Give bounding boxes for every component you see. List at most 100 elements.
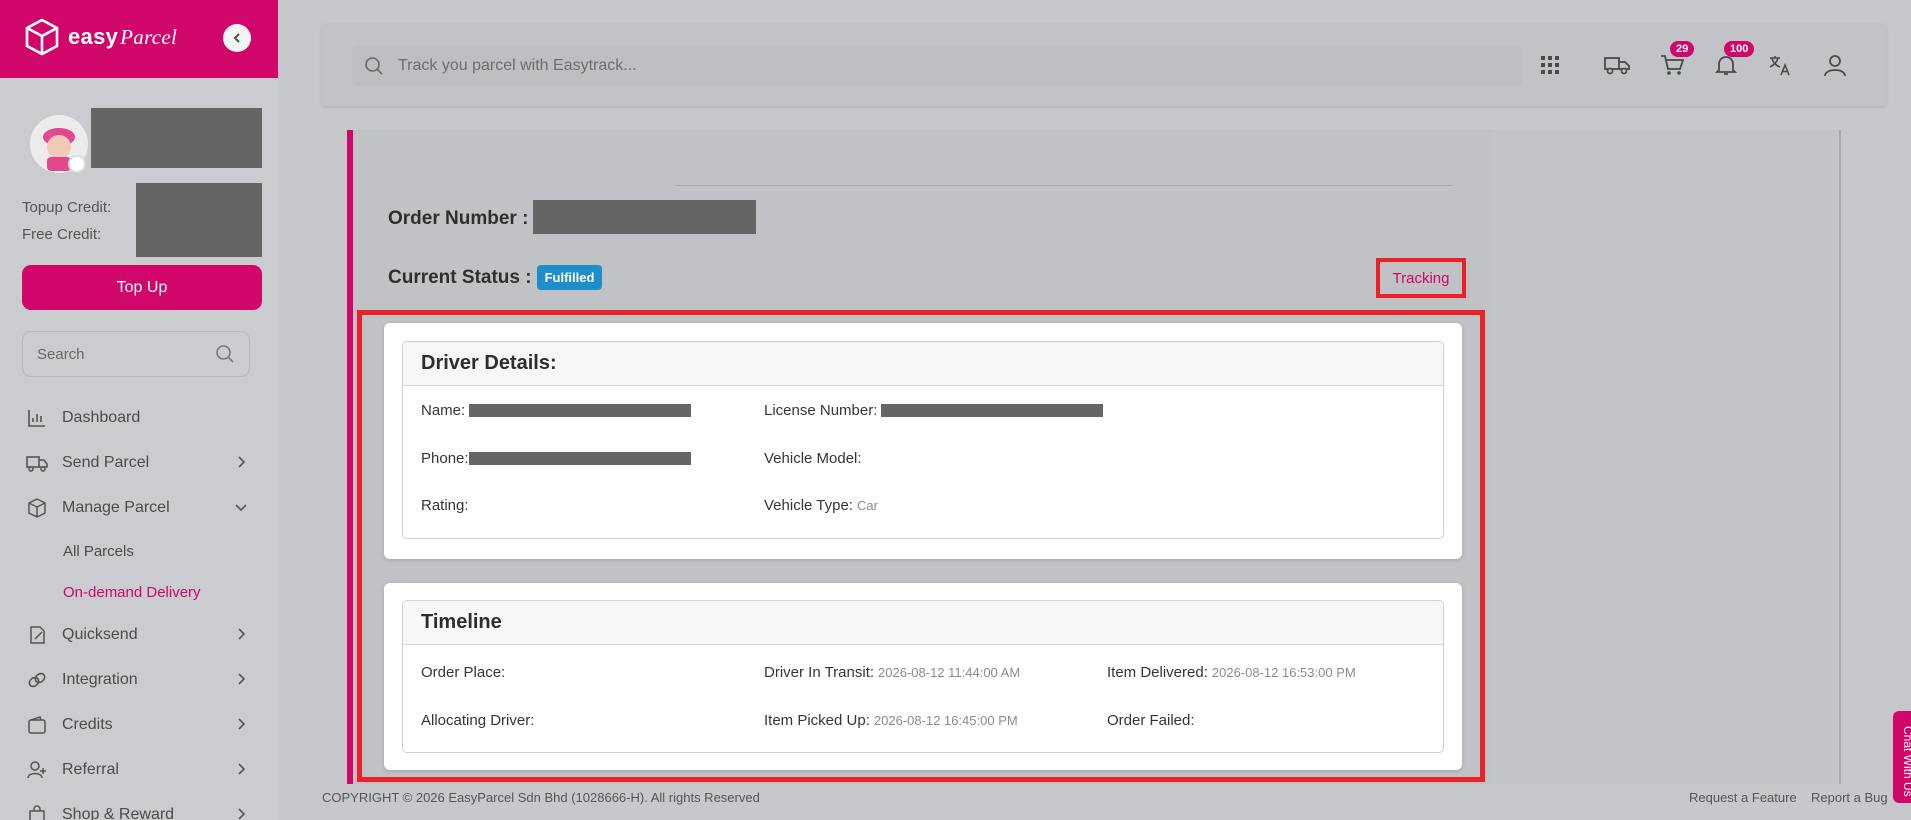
tracking-highlight: Tracking [1376, 258, 1466, 298]
chevron-right-icon [238, 718, 246, 730]
box-logo-icon [25, 18, 59, 56]
chevron-right-icon [238, 673, 246, 685]
item-delivered-label: Item Delivered: [1107, 664, 1208, 681]
nav-label: Dashboard [62, 409, 141, 426]
chevron-down-icon [235, 504, 247, 512]
item-delivered-time: 2026-08-12 16:53:00 PM [1211, 665, 1356, 680]
nav-label: Shop & Reward [62, 806, 175, 820]
nav-send-parcel[interactable]: Send Parcel [26, 448, 256, 478]
item-picked-up-label: Item Picked Up: [764, 712, 870, 729]
truck-icon [1604, 57, 1630, 75]
driver-rating-field: Rating: [421, 497, 469, 514]
link-icon [26, 669, 48, 691]
country-flag-icon [68, 155, 86, 173]
redacted-order-number [533, 200, 756, 234]
nav-label: Credits [62, 716, 113, 733]
sub-nav-on-demand-delivery[interactable]: On-demand Delivery [63, 584, 201, 601]
nav-manage-parcel[interactable]: Manage Parcel [26, 493, 256, 523]
copyright-text: COPYRIGHT © 2026 EasyParcel Sdn Bhd (102… [322, 790, 760, 805]
brand-logo[interactable]: easyParcel [24, 18, 177, 56]
sidebar-header: easyParcel [0, 0, 278, 78]
profile-button[interactable] [1819, 49, 1851, 81]
driver-details-title: Driver Details: [403, 342, 1443, 386]
sidebar-search-placeholder: Search [37, 345, 85, 363]
nav-referral[interactable]: Referral [26, 755, 256, 785]
vehicle-type-value: Car [856, 498, 878, 513]
sidebar-search-input[interactable]: Search [22, 331, 250, 377]
nav-label: Integration [62, 671, 138, 688]
redacted-credit-values [136, 183, 262, 257]
item-picked-up-field: Item Picked Up: 2026-08-12 16:45:00 PM [764, 712, 1018, 729]
chevron-left-icon [233, 33, 240, 43]
order-failed-label: Order Failed: [1107, 712, 1195, 729]
easytrack-search-input[interactable]: Track you parcel with Easytrack... [352, 46, 1522, 86]
translate-icon [1769, 56, 1790, 76]
driver-details-card: Driver Details: Name: Phone: Rating: Lic… [384, 323, 1462, 559]
current-status-label: Current Status : [388, 266, 532, 288]
timeline-title: Timeline [403, 601, 1443, 645]
item-picked-up-time: 2026-08-12 16:45:00 PM [873, 713, 1018, 728]
cart-button[interactable]: 29 [1656, 41, 1695, 81]
nav-quicksend[interactable]: Quicksend [26, 620, 256, 650]
apps-grid-button[interactable] [1534, 49, 1566, 81]
driver-phone-label: Phone: [421, 450, 469, 467]
vehicle-model-label: Vehicle Model: [764, 450, 862, 467]
vehicle-type-field: Vehicle Type: Car [764, 497, 878, 514]
bag-icon [26, 804, 48, 820]
truck-icon [26, 452, 48, 474]
chevron-right-icon [238, 628, 246, 640]
nav-integration[interactable]: Integration [26, 665, 256, 695]
sidebar: easyParcel Topup Credit: Free Credit: To… [0, 0, 278, 820]
redacted-license-number [881, 404, 1104, 417]
notifications-button[interactable]: 100 [1710, 41, 1755, 81]
chart-icon [26, 407, 48, 429]
nav-shop-reward[interactable]: Shop & Reward [26, 800, 256, 820]
chevron-right-icon [238, 763, 246, 775]
cart-count-badge: 29 [1670, 41, 1695, 57]
nav-label: Referral [62, 761, 119, 778]
redacted-driver-name [469, 404, 692, 417]
nav-label: Manage Parcel [62, 499, 170, 516]
search-icon [365, 57, 383, 75]
order-place-label: Order Place: [421, 664, 506, 681]
order-failed-field: Order Failed: [1107, 712, 1195, 729]
item-delivered-field: Item Delivered: 2026-08-12 16:53:00 PM [1107, 664, 1356, 681]
topbar: Track you parcel with Easytrack... 29 10… [322, 24, 1886, 106]
free-credit-label: Free Credit: [22, 226, 102, 243]
driver-name-label: Name: [421, 402, 466, 419]
nav-label: Quicksend [62, 626, 138, 643]
sub-nav-all-parcels[interactable]: All Parcels [63, 543, 134, 560]
vehicle-type-label: Vehicle Type: [764, 497, 853, 514]
delivery-button[interactable] [1601, 49, 1633, 81]
collapse-sidebar-button[interactable] [223, 24, 251, 52]
nav-dashboard[interactable]: Dashboard [26, 403, 256, 433]
notification-count-badge: 100 [1724, 41, 1755, 57]
report-bug-link[interactable]: Report a Bug [1811, 790, 1888, 805]
topup-credit-label: Topup Credit: [22, 199, 112, 216]
driver-in-transit-field: Driver In Transit: 2026-08-12 11:44:00 A… [764, 664, 1020, 681]
tracking-link[interactable]: Tracking [1393, 270, 1450, 287]
wallet-icon [26, 714, 48, 736]
order-place-field: Order Place: [421, 664, 505, 681]
chevron-right-icon [238, 456, 246, 468]
driver-in-transit-time: 2026-08-12 11:44:00 AM [878, 665, 1021, 680]
allocating-driver-label: Allocating Driver: [421, 712, 535, 729]
driver-phone-field: Phone: [421, 450, 691, 467]
nav-label: Send Parcel [62, 454, 150, 471]
redacted-username [91, 108, 262, 168]
license-number-label: License Number: [764, 402, 878, 419]
nav-credits[interactable]: Credits [26, 710, 256, 740]
license-number-field: License Number: [764, 402, 1104, 419]
timeline-card: Timeline Order Place: Allocating Driver:… [384, 583, 1462, 770]
language-button[interactable] [1764, 49, 1796, 81]
chat-with-us-button[interactable]: Chat With Us [1893, 711, 1911, 803]
topup-button[interactable]: Top Up [22, 265, 262, 310]
search-icon [216, 345, 234, 363]
chevron-right-icon [238, 808, 246, 820]
order-number-label: Order Number : [388, 208, 529, 229]
allocating-driver-field: Allocating Driver: [421, 712, 534, 729]
redacted-driver-phone [468, 452, 691, 465]
driver-details-panel: Driver Details: Name: Phone: Rating: Lic… [402, 341, 1444, 539]
vehicle-model-field: Vehicle Model: [764, 450, 862, 467]
request-feature-link[interactable]: Request a Feature [1689, 790, 1797, 805]
